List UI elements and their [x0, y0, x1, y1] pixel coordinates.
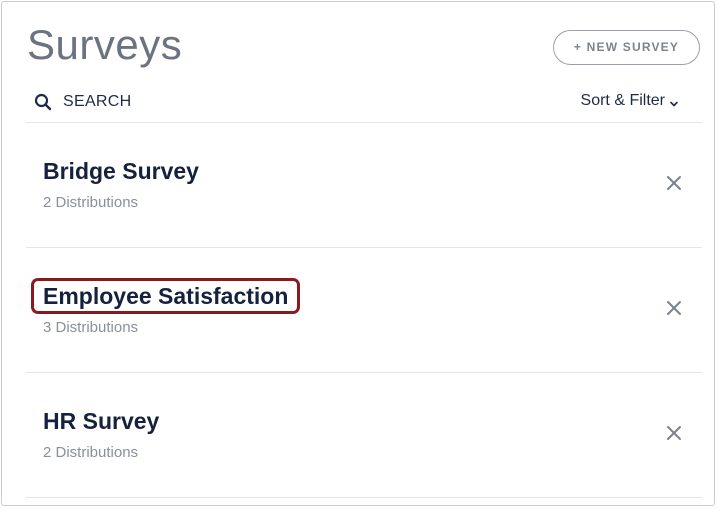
survey-name[interactable]: HR Survey: [43, 406, 159, 436]
survey-distributions: 3 Distributions: [43, 319, 139, 336]
sort-filter-dropdown[interactable]: Sort & Filter: [581, 90, 679, 112]
divider: [26, 497, 702, 498]
new-survey-button[interactable]: + NEW SURVEY: [553, 30, 700, 65]
sort-filter-label: Sort & Filter: [580, 92, 665, 109]
survey-distributions: 2 Distributions: [43, 194, 139, 211]
survey-distributions: 2 Distributions: [43, 444, 139, 461]
close-icon[interactable]: [666, 300, 682, 316]
survey-row-hr-survey[interactable]: HR Survey 2 Distributions: [26, 373, 702, 497]
surveys-panel: Surveys + NEW SURVEY SEARCH Sort & Filte…: [1, 1, 715, 506]
survey-row-employee-satisfaction[interactable]: Employee Satisfaction 3 Distributions: [26, 248, 702, 372]
search-icon: [34, 93, 52, 111]
search-field[interactable]: SEARCH: [34, 90, 131, 114]
chevron-down-icon: [669, 96, 679, 107]
search-label: SEARCH: [63, 93, 132, 110]
close-icon[interactable]: [666, 175, 682, 191]
survey-name-highlighted[interactable]: Employee Satisfaction: [31, 278, 301, 314]
survey-row-bridge-survey[interactable]: Bridge Survey 2 Distributions: [26, 123, 702, 247]
page-title: Surveys: [27, 21, 183, 68]
close-icon[interactable]: [666, 425, 682, 441]
survey-name[interactable]: Bridge Survey: [43, 156, 199, 186]
